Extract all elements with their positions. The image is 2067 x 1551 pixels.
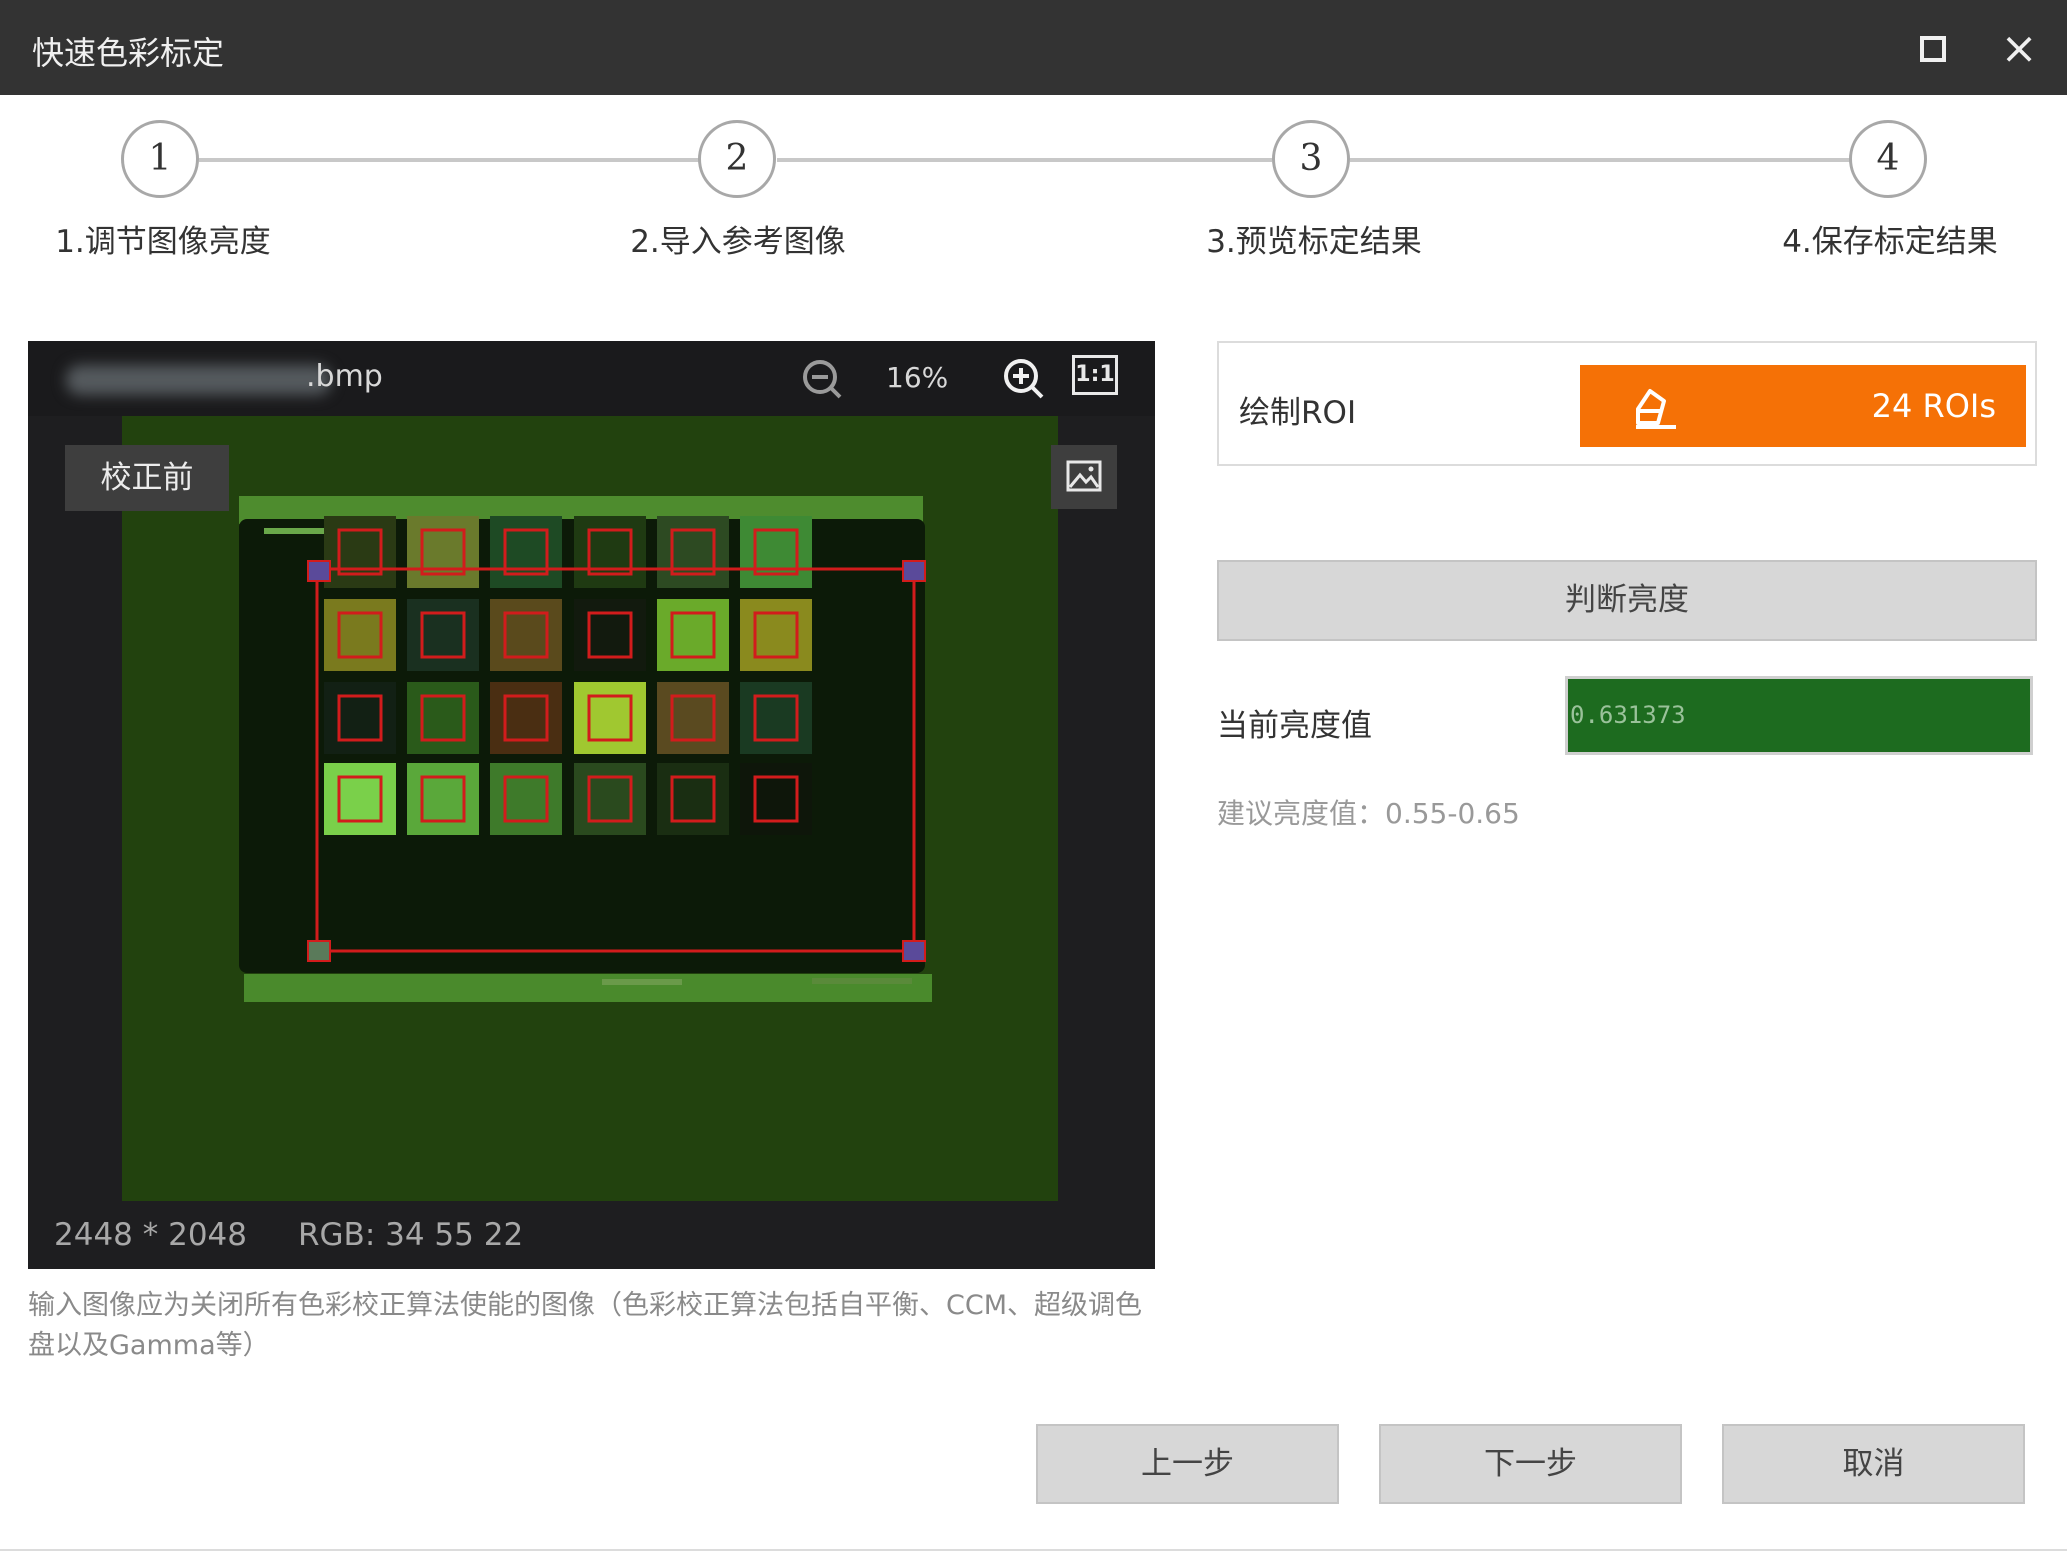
step-4-circle: 4 bbox=[1849, 120, 1927, 198]
color-patch bbox=[490, 763, 562, 835]
color-patch bbox=[407, 516, 479, 588]
prev-step-button[interactable]: 上一步 bbox=[1036, 1424, 1339, 1504]
color-checker-image bbox=[122, 416, 1058, 1201]
image-filename: .bmp bbox=[306, 359, 383, 394]
color-patch bbox=[740, 599, 812, 671]
color-patch bbox=[740, 763, 812, 835]
color-patch bbox=[324, 682, 396, 754]
suggested-brightness: 建议亮度值：0.55-0.65 bbox=[1217, 797, 1520, 830]
zoom-out-icon[interactable] bbox=[798, 355, 846, 403]
blurred-filename bbox=[66, 365, 331, 395]
color-patch bbox=[657, 763, 729, 835]
color-patch bbox=[490, 516, 562, 588]
zoom-level: 16% bbox=[886, 361, 949, 394]
color-patch bbox=[407, 763, 479, 835]
image-viewer: .bmp 16% 1:1 校正前 2448 * 2048 RGB: 34 55 … bbox=[28, 341, 1155, 1269]
color-patch bbox=[490, 682, 562, 754]
color-patch bbox=[740, 682, 812, 754]
color-patch bbox=[657, 599, 729, 671]
color-patch bbox=[657, 516, 729, 588]
zoom-in-icon[interactable] bbox=[998, 353, 1048, 403]
current-brightness-label: 当前亮度值 bbox=[1217, 708, 1372, 744]
judge-brightness-button[interactable]: 判断亮度 bbox=[1217, 560, 2037, 641]
roi-panel: 绘制ROI 24 ROIs bbox=[1217, 341, 2037, 466]
step-3-label: 3.预览标定结果 bbox=[1206, 224, 1422, 260]
color-patch bbox=[574, 682, 646, 754]
eraser-icon bbox=[1636, 389, 1676, 429]
color-patch bbox=[407, 599, 479, 671]
cancel-button[interactable]: 取消 bbox=[1722, 1424, 2025, 1504]
calibration-image[interactable] bbox=[122, 416, 1058, 1201]
pixel-rgb: RGB: 34 55 22 bbox=[298, 1217, 524, 1253]
image-toggle-icon[interactable] bbox=[1051, 445, 1117, 509]
color-calibration-dialog: 快速色彩标定 × 1 2 3 4 1.调节图像亮度 2.导入参考图像 3.预览标… bbox=[0, 0, 2067, 1551]
input-hint: 输入图像应为关闭所有色彩校正算法使能的图像（色彩校正算法包括自平衡、CCM、超级… bbox=[28, 1290, 1142, 1361]
draw-roi-label: 绘制ROI bbox=[1239, 395, 1357, 431]
step-2-circle: 2 bbox=[698, 120, 776, 198]
next-step-button[interactable]: 下一步 bbox=[1379, 1424, 1682, 1504]
title-bar: 快速色彩标定 × bbox=[0, 0, 2067, 95]
step-1-circle: 1 bbox=[121, 120, 199, 198]
window-title: 快速色彩标定 bbox=[32, 34, 225, 72]
viewer-toolbar: .bmp 16% 1:1 bbox=[28, 341, 1155, 416]
roi-count: 24 ROIs bbox=[1871, 387, 1996, 425]
color-patch bbox=[324, 516, 396, 588]
color-patch bbox=[574, 516, 646, 588]
draw-roi-button[interactable]: 24 ROIs bbox=[1580, 365, 2026, 447]
color-patch bbox=[574, 763, 646, 835]
current-brightness-value: 0.631373 bbox=[1570, 701, 1686, 729]
step-connector bbox=[199, 158, 699, 162]
current-brightness-field: 0.631373 bbox=[1565, 676, 2033, 755]
step-4-label: 4.保存标定结果 bbox=[1782, 224, 1998, 260]
before-correction-badge: 校正前 bbox=[65, 445, 229, 511]
image-resolution: 2448 * 2048 bbox=[54, 1217, 247, 1253]
color-patch bbox=[324, 763, 396, 835]
step-connector bbox=[1350, 158, 1850, 162]
color-patch bbox=[740, 516, 812, 588]
color-patch bbox=[657, 682, 729, 754]
close-icon[interactable]: × bbox=[1996, 26, 2042, 72]
color-patch bbox=[324, 599, 396, 671]
step-1-label: 1.调节图像亮度 bbox=[55, 224, 271, 260]
step-connector bbox=[777, 158, 1272, 162]
step-2-label: 2.导入参考图像 bbox=[630, 224, 846, 260]
color-patch bbox=[574, 599, 646, 671]
actual-size-button[interactable]: 1:1 bbox=[1072, 355, 1118, 395]
step-3-circle: 3 bbox=[1272, 120, 1350, 198]
color-patch bbox=[407, 682, 479, 754]
color-patch bbox=[490, 599, 562, 671]
maximize-icon[interactable] bbox=[1920, 36, 1946, 62]
